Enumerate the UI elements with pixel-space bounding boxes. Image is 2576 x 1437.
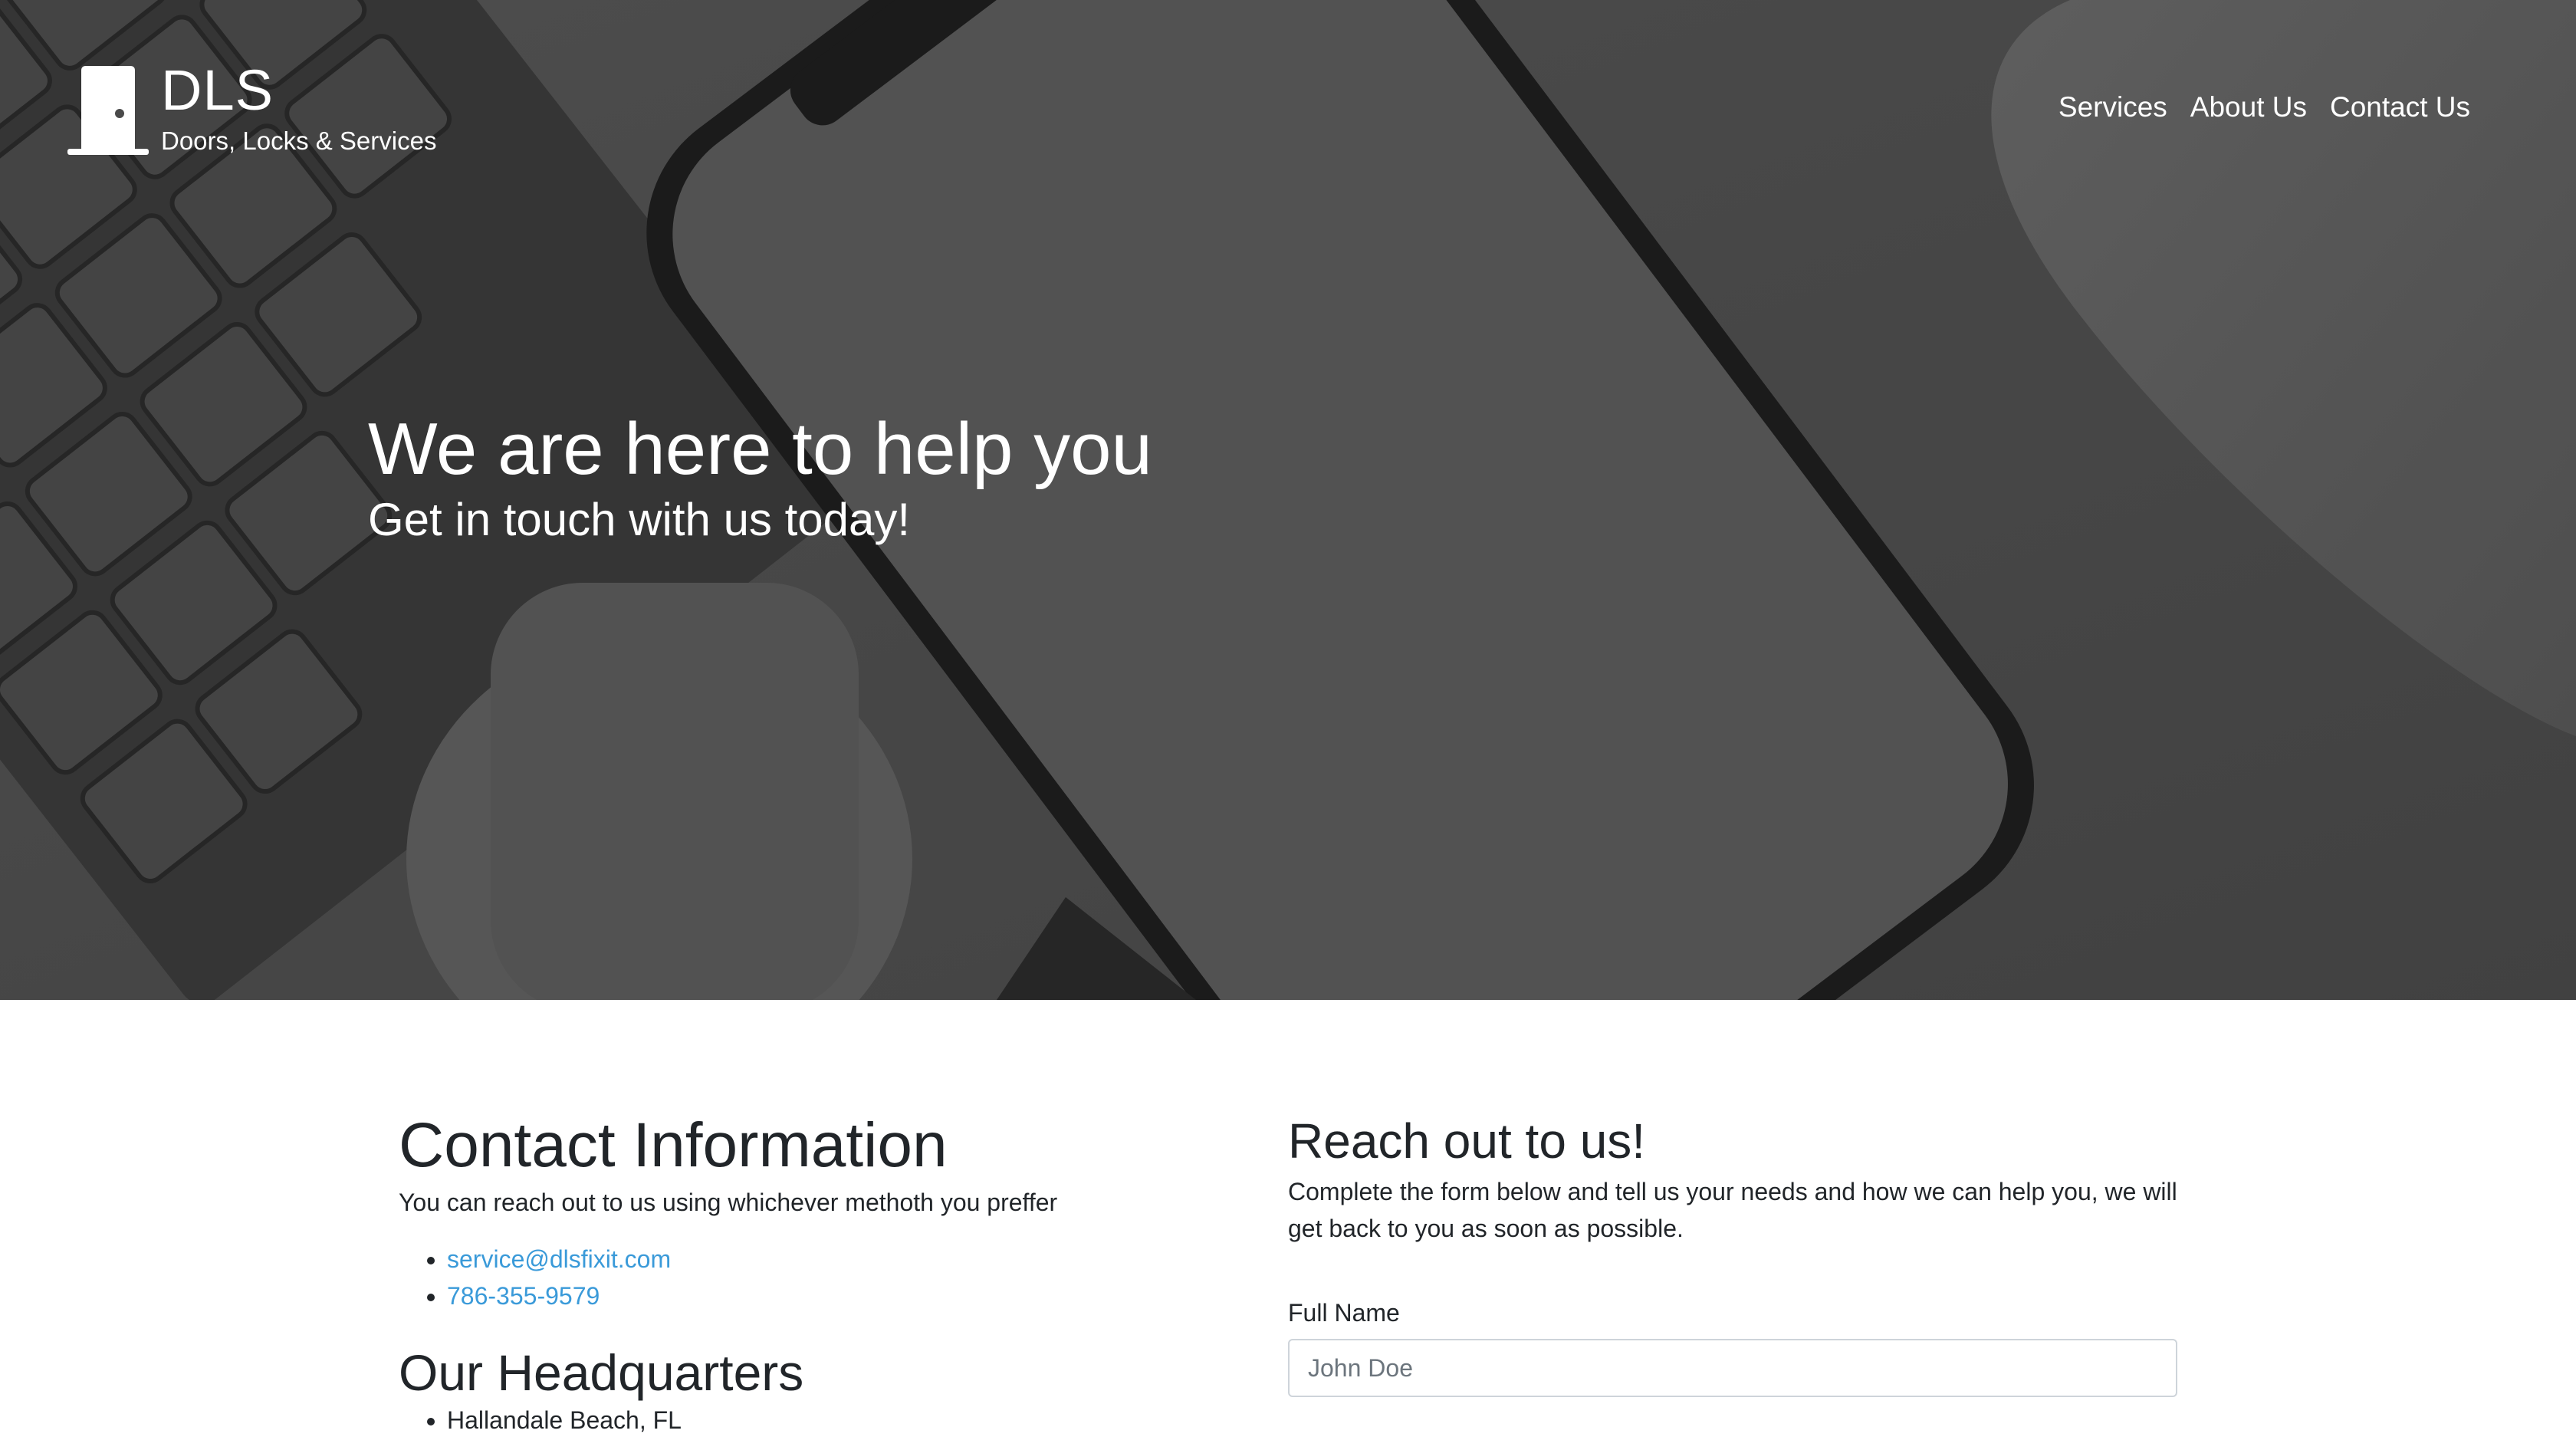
contact-info-description: You can reach out to us using whichever … [399, 1189, 1058, 1216]
form-description: Complete the form below and tell us your… [1288, 1178, 2177, 1242]
contact-methods-list: service@dlsfixit.com 786-355-9579 [399, 1241, 1165, 1314]
hero-heading: We are here to help you Get in touch wit… [368, 406, 1152, 548]
brand-tagline: Doors, Locks & Services [161, 127, 437, 155]
nav-contact-us-link[interactable]: Contact Us [2330, 89, 2470, 126]
door-logo-icon [67, 66, 149, 155]
contact-info-column: Contact Information You can reach out to… [399, 1110, 1165, 1437]
top-nav: Services About Us Contact Us [2058, 89, 2470, 126]
full-name-input[interactable] [1288, 1339, 2177, 1397]
list-item: service@dlsfixit.com [447, 1241, 1165, 1278]
contact-info-heading: Contact Information [399, 1110, 948, 1180]
hero-subtitle: Get in touch with us today! [368, 494, 911, 545]
hero-title: We are here to help you [368, 408, 1152, 490]
phone-link[interactable]: 786-355-9579 [447, 1282, 600, 1310]
content-section: Contact Information You can reach out to… [0, 1000, 2576, 1434]
form-heading: Reach out to us! [1288, 1113, 1646, 1169]
headquarters-list: Hallandale Beach, FL [399, 1403, 1165, 1437]
brand-name: DLS [161, 58, 274, 122]
brand-text: DLS Doors, Locks & Services [161, 60, 436, 156]
headquarters-heading: Our Headquarters [399, 1344, 804, 1401]
contact-form-column: Reach out to us! Complete the form below… [1288, 1112, 2177, 1397]
nav-about-us-link[interactable]: About Us [2190, 89, 2307, 126]
full-name-label: Full Name [1288, 1299, 1400, 1327]
brand[interactable]: DLS Doors, Locks & Services [66, 60, 436, 161]
nav-services-link[interactable]: Services [2058, 89, 2167, 126]
headquarters-address: Hallandale Beach, FL [447, 1403, 1165, 1437]
hero-section: DLS Doors, Locks & Services Services Abo… [0, 0, 2576, 1000]
list-item: 786-355-9579 [447, 1278, 1165, 1314]
email-link[interactable]: service@dlsfixit.com [447, 1245, 671, 1273]
